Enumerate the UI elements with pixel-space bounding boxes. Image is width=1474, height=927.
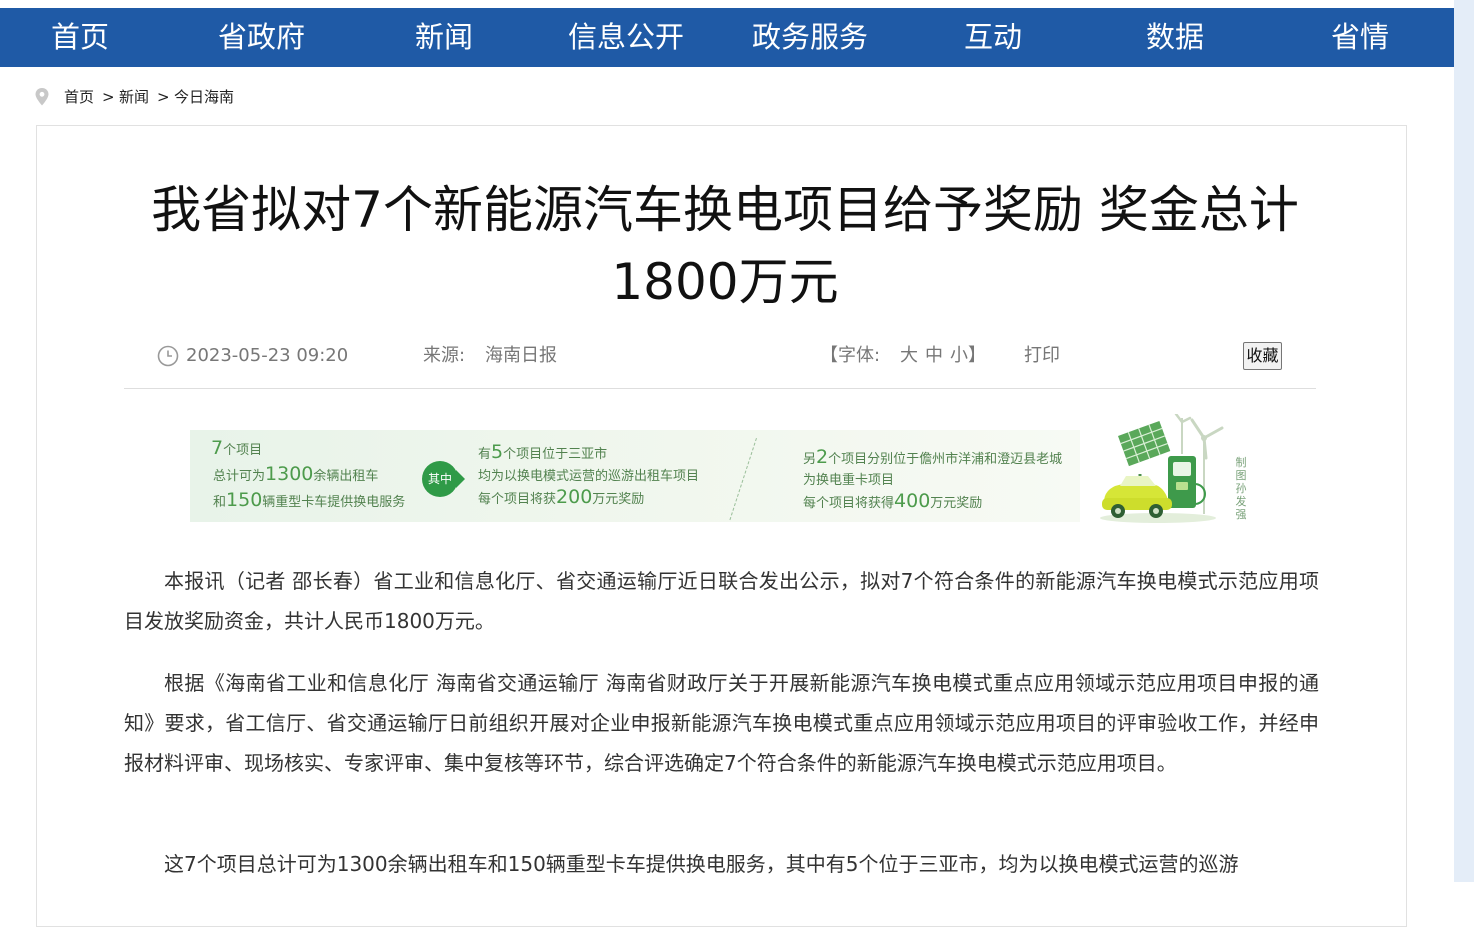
article-title-line1: 我省拟对7个新能源汽车换电项目给予奖励 奖金总计 (151, 181, 1299, 239)
favorite-button[interactable]: 收藏 (1243, 342, 1282, 370)
clock-icon (157, 345, 179, 367)
font-size-label: 【字体: (820, 345, 881, 366)
badge-arrow-icon (456, 470, 465, 488)
banner-block2-line3: 每个项目将获200万元奖励 (478, 486, 645, 508)
article-paragraph-1: 本报讯（记者 邵长春）省工业和信息化厅、省交通运输厅近日联合发出公示，拟对7个符… (124, 569, 1319, 633)
source-name: 海南日报 (485, 345, 557, 366)
banner-block1-line3: 和150辆重型卡车提供换电服务 (213, 489, 406, 511)
nav-item-info-disclosure[interactable]: 信息公开 (568, 8, 684, 67)
nav-item-news[interactable]: 新闻 (415, 8, 473, 67)
nav-item-government[interactable]: 省政府 (218, 8, 305, 67)
breadcrumb-separator: > (157, 88, 170, 106)
font-size-bracket: 】 (968, 345, 986, 366)
nav-item-data[interactable]: 数据 (1146, 8, 1204, 67)
breadcrumb-news[interactable]: 新闻 (119, 87, 149, 107)
banner-block3-line1: 另2个项目分别位于儋州市洋浦和澄迈县老城 (803, 446, 1063, 468)
page-side-strip (1454, 0, 1474, 882)
breadcrumb-current[interactable]: 今日海南 (174, 87, 234, 107)
banner-block1-line2: 总计可为1300余辆出租车 (213, 463, 379, 485)
font-size-small[interactable]: 小 (950, 345, 968, 367)
nav-item-interaction[interactable]: 互动 (964, 8, 1022, 67)
banner-badge: 其中 (422, 461, 458, 497)
font-size-large[interactable]: 大 (900, 345, 918, 367)
nav-item-services[interactable]: 政务服务 (752, 8, 868, 67)
top-nav-bar: 首页 省政府 新闻 信息公开 政务服务 互动 数据 省情 (0, 8, 1454, 67)
nav-item-province-info[interactable]: 省情 (1331, 8, 1389, 67)
banner-block3-line3: 每个项目将获得400万元奖励 (803, 490, 983, 512)
banner-credit-label: 制图 孙发强 (1235, 456, 1247, 521)
meta-divider (124, 388, 1316, 389)
banner-block2-line2: 均为以换电模式运营的巡游出租车项目 (478, 469, 700, 484)
article-paragraph-2: 根据《海南省工业和信息化厅 海南省交通运输厅 海南省财政厅关于开展新能源汽车换电… (124, 671, 1319, 775)
article-title-line2: 1800万元 (611, 253, 839, 311)
breadcrumb-separator: > (102, 88, 115, 106)
publish-datetime: 2023-05-23 09:20 (186, 345, 349, 366)
location-pin-icon (35, 88, 49, 106)
print-link[interactable]: 打印 (1024, 345, 1060, 367)
banner-block2-line1: 有5个项目位于三亚市 (478, 441, 608, 463)
banner-block3-line2: 为换电重卡项目 (803, 473, 895, 488)
source-label: 来源: (423, 345, 466, 366)
article-paragraph-3: 这7个项目总计可为1300余辆出租车和150辆重型卡车提供换电服务，其中有5个位… (164, 852, 1239, 876)
banner-block1-line1: 7个项目 (211, 437, 263, 459)
ev-charging-illustration-icon (1100, 414, 1224, 523)
font-size-medium[interactable]: 中 (925, 345, 943, 367)
nav-item-home[interactable]: 首页 (51, 8, 109, 67)
breadcrumb-home[interactable]: 首页 (64, 87, 94, 107)
